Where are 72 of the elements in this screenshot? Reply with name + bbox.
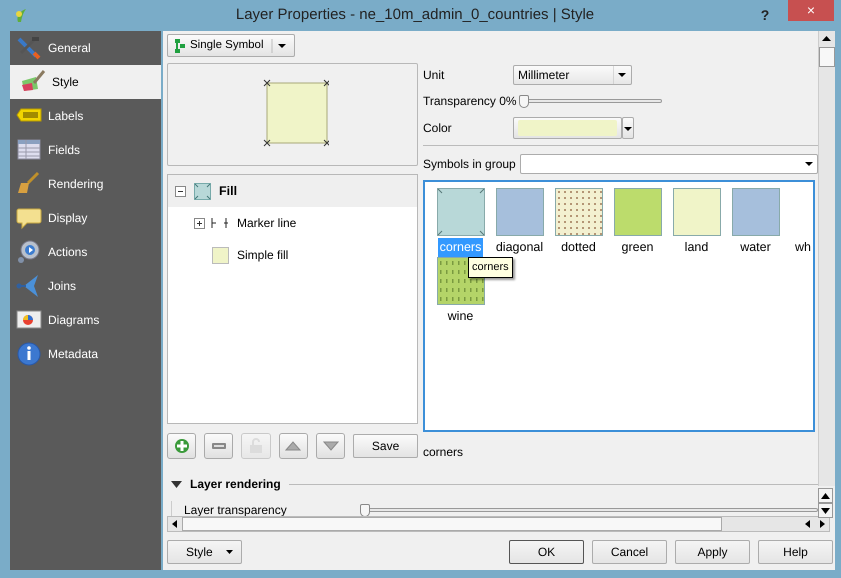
sidebar-item[interactable]: Display xyxy=(10,201,161,235)
scrollbar[interactable] xyxy=(818,31,835,486)
window-title: Layer Properties - ne_10m_admin_0_countries | Style xyxy=(234,5,596,26)
up-arrow-icon xyxy=(821,492,830,498)
scroll-up-button[interactable] xyxy=(818,488,833,503)
tooltip: corners xyxy=(468,257,513,278)
caret-icon xyxy=(226,550,233,554)
color-dropdown-button[interactable] xyxy=(622,117,634,139)
expand-icon[interactable] xyxy=(194,218,205,228)
sidebar-item[interactable]: Joins xyxy=(10,269,161,303)
color-button[interactable] xyxy=(513,117,622,139)
save-button[interactable]: Save xyxy=(353,434,418,458)
dialog-button[interactable]: Cancel xyxy=(592,540,667,564)
sidebar-item[interactable]: Metadata xyxy=(10,337,161,371)
unit-dropdown[interactable]: Millimeter xyxy=(513,65,632,85)
symbol-item[interactable]: diagonal xyxy=(490,188,549,257)
horizontal-scrollbar[interactable] xyxy=(167,516,830,532)
renderer-dropdown[interactable]: Single Symbol xyxy=(167,34,295,57)
transparency-slider[interactable] xyxy=(518,95,662,107)
lock-icon xyxy=(248,438,264,454)
caret-down-icon xyxy=(171,480,182,490)
sidebar-item[interactable]: Fields xyxy=(10,133,161,167)
down-arrow-icon xyxy=(821,508,830,514)
add-layer-button[interactable] xyxy=(167,433,196,459)
caret-icon xyxy=(805,162,813,166)
symbol-item[interactable]: wh xyxy=(785,188,813,257)
tools-icon xyxy=(16,35,42,61)
scrollbar-thumb[interactable] xyxy=(819,47,835,67)
style-menu-button[interactable]: Style xyxy=(167,540,242,564)
field-label: Transparency 0% xyxy=(423,93,517,110)
marker-line-icon xyxy=(209,216,229,230)
move-down-button[interactable] xyxy=(316,433,346,459)
sidebar-item[interactable]: General xyxy=(10,31,161,65)
symbol-item[interactable]: water xyxy=(726,188,785,257)
move-up-button[interactable] xyxy=(278,433,308,459)
tree-item[interactable]: Simple fill xyxy=(237,246,288,264)
symbol-item[interactable]: dotted xyxy=(549,188,608,257)
sidebar-item[interactable]: Diagrams xyxy=(10,303,161,337)
dialog-button[interactable]: Help xyxy=(758,540,833,564)
add-icon xyxy=(174,438,190,454)
symbol-item[interactable]: green xyxy=(608,188,667,257)
dialog-button[interactable]: Apply xyxy=(675,540,750,564)
symbol-item[interactable]: land xyxy=(667,188,726,257)
hierarchy-icon xyxy=(174,38,186,54)
qgis-logo-icon xyxy=(14,8,28,24)
field-label: Symbols in group xyxy=(423,156,516,173)
tree-item[interactable]: Fill xyxy=(219,182,238,200)
slider-thumb[interactable] xyxy=(360,504,370,516)
group-dropdown[interactable] xyxy=(520,154,818,174)
slider-thumb[interactable] xyxy=(518,95,529,108)
layer-transparency-slider[interactable] xyxy=(360,504,818,516)
fill-swatch-icon xyxy=(212,246,229,264)
sidebar-item[interactable]: Rendering xyxy=(10,167,161,201)
symbol-name-label: corners xyxy=(423,444,464,461)
collapse-icon[interactable] xyxy=(175,186,186,196)
close-button[interactable]: × xyxy=(788,0,834,21)
help-button[interactable]: ? xyxy=(742,5,788,26)
sidebar-item[interactable]: Style xyxy=(10,65,161,99)
caret-icon xyxy=(623,124,633,133)
info-icon xyxy=(16,341,42,367)
remove-layer-button[interactable] xyxy=(204,433,234,459)
dialog-button[interactable]: OK xyxy=(509,540,584,564)
tree-item[interactable]: Marker line xyxy=(237,214,296,232)
sidebar-item[interactable]: Labels xyxy=(10,99,161,133)
field-label: Unit xyxy=(423,67,446,84)
fill-swatch-icon xyxy=(194,182,211,200)
section-title: Layer rendering xyxy=(190,476,281,493)
sidebar-item[interactable]: Actions xyxy=(10,235,161,269)
scrollbar-thumb[interactable] xyxy=(182,517,722,531)
scroll-down-button[interactable] xyxy=(818,503,833,518)
field-label: Color xyxy=(423,120,453,137)
gear-icon xyxy=(16,239,42,265)
